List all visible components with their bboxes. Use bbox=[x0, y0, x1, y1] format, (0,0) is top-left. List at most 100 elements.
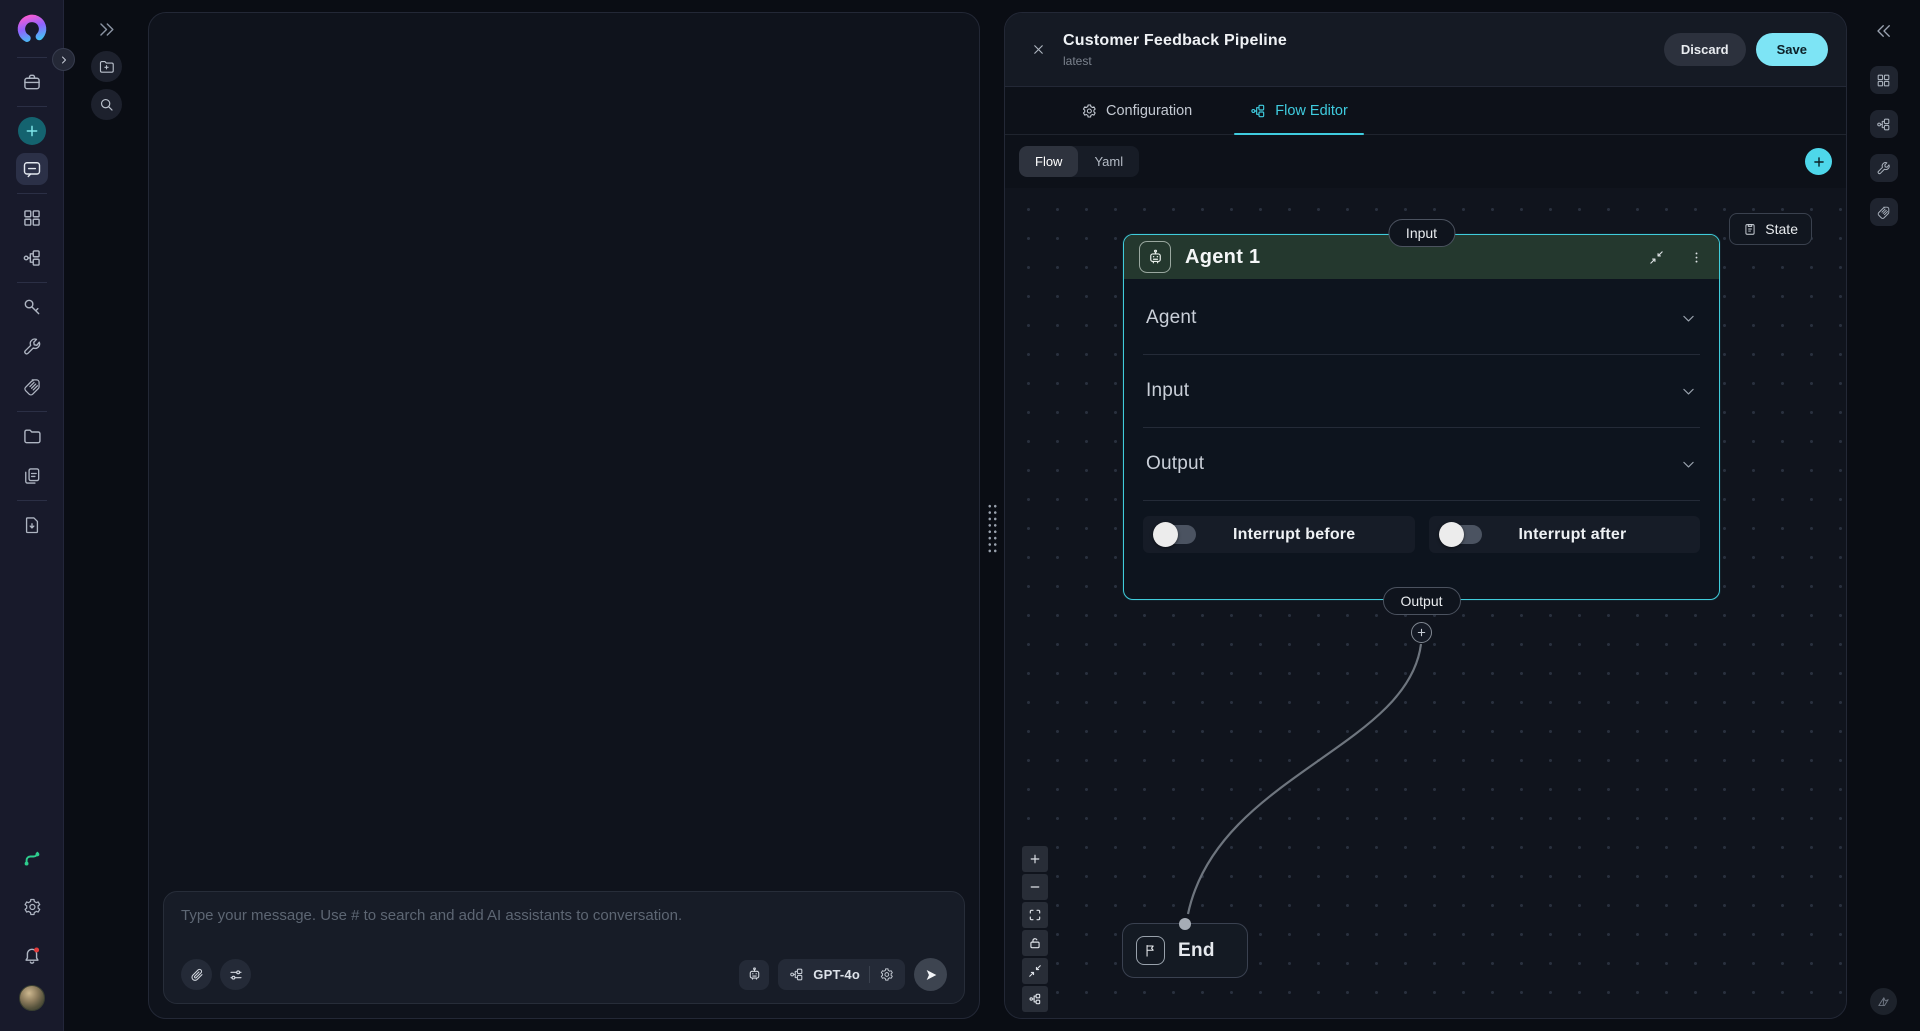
kebab-menu-icon[interactable] bbox=[1689, 250, 1704, 265]
chat-right-controls: GPT-4o bbox=[739, 958, 947, 991]
pipeline-route-icon bbox=[22, 849, 42, 869]
flow-canvas[interactable]: State Input Agent 1 Agent bbox=[1005, 188, 1846, 1018]
auto-layout-button[interactable] bbox=[1022, 986, 1048, 1012]
plus-icon bbox=[1416, 627, 1427, 638]
collapse-rail-button[interactable] bbox=[1875, 22, 1893, 40]
zoom-in-button[interactable] bbox=[1022, 846, 1048, 872]
wrench-icon bbox=[22, 337, 42, 357]
state-button[interactable]: State bbox=[1729, 213, 1812, 245]
model-selector[interactable]: GPT-4o bbox=[778, 959, 905, 990]
sidebar-item-workspace[interactable] bbox=[16, 66, 48, 98]
tab-label: Flow Editor bbox=[1275, 103, 1348, 119]
sidebar-item-chat[interactable] bbox=[16, 153, 48, 185]
wrench-icon bbox=[1876, 161, 1891, 176]
divider bbox=[17, 411, 47, 412]
sidebar-item-notifications[interactable] bbox=[16, 939, 48, 971]
editor-tabs: Configuration Flow Editor bbox=[1005, 87, 1846, 135]
divider bbox=[17, 193, 47, 194]
collapse-all-button[interactable] bbox=[1022, 958, 1048, 984]
interrupt-after-switch[interactable] bbox=[1440, 525, 1482, 544]
fit-view-icon bbox=[1028, 908, 1042, 922]
switch-knob bbox=[1439, 522, 1464, 547]
end-node-input-handle[interactable] bbox=[1179, 918, 1191, 930]
save-button[interactable]: Save bbox=[1756, 33, 1828, 66]
sidebar-item-import[interactable] bbox=[16, 509, 48, 541]
sidebar-item-settings[interactable] bbox=[16, 891, 48, 923]
search-button[interactable] bbox=[91, 89, 122, 120]
chat-icon bbox=[22, 159, 42, 179]
zoom-out-button[interactable] bbox=[1022, 874, 1048, 900]
left-sidebar bbox=[0, 0, 64, 1031]
sidebar-item-labels[interactable] bbox=[16, 371, 48, 403]
sidebar-expand-button[interactable] bbox=[52, 48, 75, 71]
tab-configuration[interactable]: Configuration bbox=[1073, 87, 1200, 134]
model-settings-icon[interactable] bbox=[879, 967, 894, 982]
rail-item-flows[interactable] bbox=[1870, 110, 1898, 138]
pipeline-title: Customer Feedback Pipeline bbox=[1063, 32, 1287, 50]
double-chevron-right-icon bbox=[97, 20, 116, 39]
paperclip-icon bbox=[189, 967, 205, 983]
pipeline-editor-panel: Customer Feedback Pipeline latest Discar… bbox=[1004, 12, 1847, 1019]
new-folder-button[interactable] bbox=[91, 51, 122, 82]
discard-button[interactable]: Discard bbox=[1664, 33, 1746, 66]
assistant-picker-button[interactable] bbox=[739, 960, 769, 990]
origami-icon bbox=[1876, 994, 1891, 1009]
grid-icon bbox=[1876, 73, 1891, 88]
chat-settings-button[interactable] bbox=[220, 959, 251, 990]
chevron-down-icon bbox=[1680, 456, 1697, 473]
rail-item-components[interactable] bbox=[1870, 66, 1898, 94]
robot-icon bbox=[1139, 241, 1171, 273]
section-label: Output bbox=[1146, 453, 1204, 475]
close-panel-button[interactable] bbox=[1023, 42, 1053, 57]
interrupt-before-toggle-box: Interrupt before bbox=[1143, 516, 1415, 553]
sidebar-item-tools[interactable] bbox=[16, 331, 48, 363]
interrupt-toggles: Interrupt before Interrupt after bbox=[1143, 516, 1700, 553]
chat-message-input[interactable] bbox=[181, 907, 947, 924]
sidebar-item-apps[interactable] bbox=[16, 202, 48, 234]
chat-controls: GPT-4o bbox=[181, 958, 947, 991]
sidebar-item-documents[interactable] bbox=[16, 460, 48, 492]
agent-node-title: Agent 1 bbox=[1185, 246, 1260, 269]
app-logo-icon[interactable] bbox=[13, 11, 51, 49]
add-edge-handle[interactable] bbox=[1411, 622, 1432, 643]
workflow-icon bbox=[22, 248, 42, 268]
canvas-controls bbox=[1022, 846, 1048, 1012]
section-agent[interactable]: Agent bbox=[1143, 282, 1700, 355]
switch-knob bbox=[1153, 522, 1178, 547]
node-input-handle[interactable]: Input bbox=[1388, 219, 1455, 247]
rail-item-labels[interactable] bbox=[1870, 198, 1898, 226]
workflow-icon bbox=[1876, 117, 1891, 132]
send-button[interactable] bbox=[914, 958, 947, 991]
documents-icon bbox=[22, 466, 42, 486]
feedback-button[interactable] bbox=[1870, 988, 1897, 1015]
attach-button[interactable] bbox=[181, 959, 212, 990]
user-avatar[interactable] bbox=[19, 985, 45, 1011]
sidebar-item-files[interactable] bbox=[16, 420, 48, 452]
section-output[interactable]: Output bbox=[1143, 428, 1700, 501]
state-label: State bbox=[1765, 221, 1798, 237]
lock-button[interactable] bbox=[1022, 930, 1048, 956]
double-chevron-left-icon bbox=[1875, 22, 1893, 40]
section-input[interactable]: Input bbox=[1143, 355, 1700, 428]
view-mode-flow[interactable]: Flow bbox=[1019, 146, 1078, 177]
tab-flow-editor[interactable]: Flow Editor bbox=[1242, 87, 1356, 134]
expand-panel-button[interactable] bbox=[97, 20, 116, 39]
interrupt-before-switch[interactable] bbox=[1154, 525, 1196, 544]
add-node-button[interactable] bbox=[1805, 148, 1832, 175]
sidebar-item-keys[interactable] bbox=[16, 291, 48, 323]
resize-grip-handle[interactable] bbox=[987, 503, 998, 555]
view-mode-toggle: Flow Yaml bbox=[1019, 146, 1139, 177]
agent-node[interactable]: Input Agent 1 Agent bbox=[1123, 234, 1720, 600]
end-node[interactable]: End bbox=[1122, 923, 1248, 978]
sidebar-item-pipelines[interactable] bbox=[16, 843, 48, 875]
model-name: GPT-4o bbox=[813, 967, 860, 982]
rail-item-tools[interactable] bbox=[1870, 154, 1898, 182]
fit-view-button[interactable] bbox=[1022, 902, 1048, 928]
sidebar-new-button[interactable] bbox=[18, 117, 46, 145]
collapse-node-icon[interactable] bbox=[1649, 250, 1664, 265]
view-mode-yaml[interactable]: Yaml bbox=[1078, 146, 1139, 177]
sidebar-item-flows[interactable] bbox=[16, 242, 48, 274]
node-output-handle[interactable]: Output bbox=[1382, 587, 1460, 615]
robot-icon bbox=[746, 966, 763, 983]
plus-icon bbox=[1812, 155, 1826, 169]
